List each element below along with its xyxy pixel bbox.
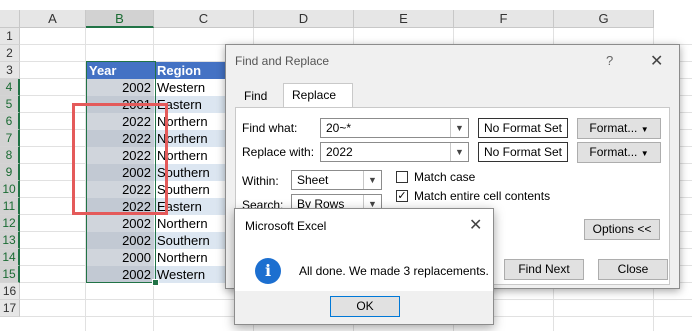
find-what-input[interactable]: 20~* ▼ [320, 118, 469, 138]
dropdown-arrow-icon: ▼ [640, 125, 649, 134]
close-icon[interactable]: ✕ [469, 215, 482, 235]
column-header-a[interactable]: A [20, 10, 86, 28]
chevron-down-icon[interactable]: ▼ [450, 143, 468, 161]
close-icon[interactable]: ✕ [650, 51, 663, 71]
chevron-down-icon[interactable]: ▼ [363, 171, 381, 189]
message-text: All done. We made 3 replacements. [299, 264, 489, 278]
ok-button[interactable]: OK [330, 296, 400, 317]
tab-replace[interactable]: Replace [283, 83, 353, 107]
column-header-b[interactable]: B [86, 10, 154, 28]
match-case-label: Match case [414, 170, 476, 184]
row-header-1[interactable]: 1 [0, 28, 20, 45]
highlight-annotation-box [72, 103, 168, 215]
match-entire-label: Match entire cell contents [414, 189, 551, 203]
row-header-14[interactable]: 14 [0, 249, 20, 266]
chevron-down-icon[interactable]: ▼ [450, 119, 468, 137]
tab-find[interactable]: Find [236, 85, 278, 107]
row-header-17[interactable]: 17 [0, 300, 20, 317]
find-format-button[interactable]: Format... ▼ [577, 118, 661, 139]
within-label: Within: [242, 174, 279, 188]
find-format-preview: No Format Set [478, 118, 568, 138]
replace-format-button[interactable]: Format... ▼ [577, 142, 661, 163]
row-header-16[interactable]: 16 [0, 283, 20, 300]
row-header-11[interactable]: 11 [0, 198, 20, 215]
find-format-label: Format... [589, 121, 638, 135]
replace-format-preview: No Format Set [478, 142, 568, 162]
help-icon[interactable]: ? [606, 53, 613, 68]
dropdown-arrow-icon: ▼ [640, 149, 649, 158]
row-header-15[interactable]: 15 [0, 266, 20, 283]
find-what-label: Find what: [242, 121, 298, 135]
row-header-7[interactable]: 7 [0, 130, 20, 147]
column-header-g[interactable]: G [554, 10, 654, 28]
message-body: i All done. We made 3 replacements. [235, 245, 493, 291]
message-box: Microsoft Excel ✕ i All done. We made 3 … [234, 208, 494, 325]
row-header-13[interactable]: 13 [0, 232, 20, 249]
column-header-c[interactable]: C [154, 10, 254, 28]
row-header-8[interactable]: 8 [0, 147, 20, 164]
replace-with-label: Replace with: [242, 145, 315, 159]
dialog-title: Find and Replace [235, 54, 330, 68]
row-header-4[interactable]: 4 [0, 79, 20, 96]
row-header-2[interactable]: 2 [0, 45, 20, 62]
info-icon: i [255, 258, 281, 284]
find-next-button[interactable]: Find Next [504, 259, 584, 280]
find-what-value: 20~* [326, 121, 352, 135]
match-case-checkbox[interactable] [396, 171, 408, 183]
row-header-6[interactable]: 6 [0, 113, 20, 130]
fill-handle[interactable] [152, 279, 159, 286]
column-header-d[interactable]: D [254, 10, 354, 28]
column-header-e[interactable]: E [354, 10, 454, 28]
row-header-9[interactable]: 9 [0, 164, 20, 181]
select-all-corner[interactable] [0, 10, 20, 28]
message-box-title: Microsoft Excel [245, 219, 327, 233]
within-value: Sheet [297, 173, 329, 187]
replace-with-value: 2022 [326, 145, 353, 159]
close-button[interactable]: Close [598, 259, 668, 280]
row-header-3[interactable]: 3 [0, 62, 20, 79]
column-header-f[interactable]: F [454, 10, 554, 28]
options-button[interactable]: Options << [584, 219, 660, 240]
row-header-12[interactable]: 12 [0, 215, 20, 232]
replace-with-input[interactable]: 2022 ▼ [320, 142, 469, 162]
replace-format-label: Format... [589, 145, 638, 159]
message-footer: OK [235, 291, 493, 324]
row-header-10[interactable]: 10 [0, 181, 20, 198]
within-select[interactable]: Sheet ▼ [291, 170, 382, 190]
row-header-5[interactable]: 5 [0, 96, 20, 113]
match-entire-checkbox[interactable]: ✓ [396, 190, 408, 202]
